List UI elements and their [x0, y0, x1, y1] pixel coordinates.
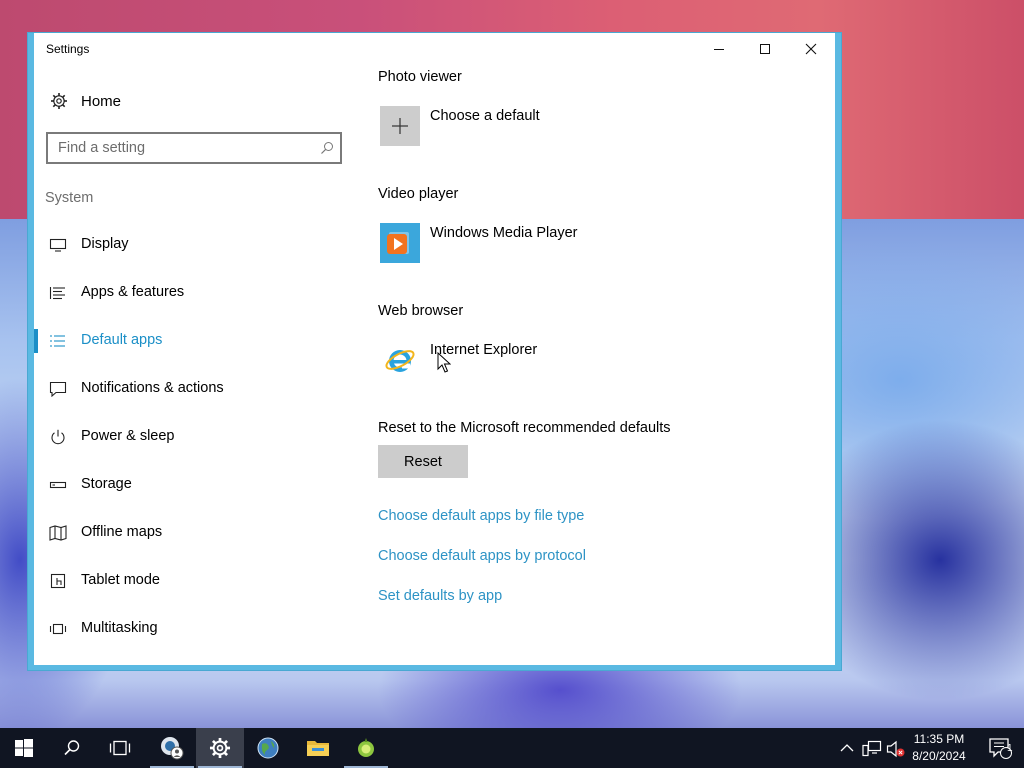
sidebar-item-display[interactable]: Display	[34, 225, 354, 265]
mouse-cursor-icon	[437, 352, 451, 373]
settings-window-content: Settings Home Find a setting System Disp…	[34, 33, 835, 665]
title-bar[interactable]: Settings	[34, 33, 835, 65]
green-app-icon	[358, 738, 374, 757]
network-drive-app-icon	[161, 737, 184, 760]
search-input[interactable]: Find a setting	[46, 132, 342, 164]
sidebar-item-label: Power & sleep	[81, 428, 175, 444]
volume-muted-icon[interactable]	[886, 740, 906, 758]
task-view-icon	[109, 740, 131, 756]
sidebar-item-label: Multitasking	[81, 620, 158, 636]
chevron-up-icon[interactable]	[840, 742, 854, 754]
notification-icon	[49, 381, 67, 397]
taskbar-app-green[interactable]	[342, 728, 390, 768]
taskbar-search-button[interactable]	[48, 728, 96, 768]
maximize-icon	[760, 43, 770, 54]
sidebar-item-storage[interactable]: Storage	[34, 465, 354, 505]
multitasking-icon	[49, 623, 67, 635]
taskbar-app-settings[interactable]	[196, 728, 244, 768]
sidebar-item-label: Tablet mode	[81, 572, 160, 588]
sidebar-item-label: Display	[81, 236, 129, 252]
active-indicator	[34, 329, 38, 353]
video-player-app-name: Windows Media Player	[430, 225, 578, 241]
photo-viewer-default-app[interactable]: Choose a default	[378, 106, 638, 150]
taskbar: 11:35 PM 8/20/2024 1	[0, 728, 1024, 768]
map-icon	[49, 525, 67, 541]
home-label: Home	[81, 93, 122, 110]
gear-icon	[51, 93, 67, 109]
tablet-mode-icon	[50, 573, 66, 589]
link-defaults-by-protocol[interactable]: Choose default apps by protocol	[378, 548, 586, 564]
sidebar-item-label: Offline maps	[81, 524, 163, 540]
taskbar-app-file-explorer[interactable]	[294, 728, 342, 768]
windows-media-player-icon	[380, 223, 420, 263]
internet-explorer-icon	[380, 340, 420, 380]
power-icon	[51, 429, 65, 445]
photo-viewer-app-name: Choose a default	[430, 108, 540, 124]
video-player-heading: Video player	[378, 186, 459, 202]
video-player-default-app[interactable]: Windows Media Player	[378, 223, 638, 267]
start-button[interactable]	[0, 728, 48, 768]
close-button[interactable]	[788, 33, 834, 64]
taskbar-clock[interactable]: 11:35 PM 8/20/2024	[906, 731, 972, 765]
sidebar-item-multitasking[interactable]: Multitasking	[34, 609, 354, 649]
web-browser-heading: Web browser	[378, 303, 464, 319]
clock-time: 11:35 PM	[913, 732, 965, 746]
sidebar-item-label: Default apps	[81, 332, 163, 348]
sidebar-item-default-apps[interactable]: Default apps	[34, 321, 354, 361]
sidebar-item-tablet-mode[interactable]: Tablet mode	[34, 561, 354, 601]
maximize-button[interactable]	[742, 33, 788, 64]
minimize-icon	[714, 48, 724, 50]
settings-window: Settings Home Find a setting System Disp…	[27, 32, 842, 671]
sidebar-item-power-sleep[interactable]: Power & sleep	[34, 417, 354, 457]
taskbar-app-browser[interactable]	[244, 728, 292, 768]
reset-button[interactable]: Reset	[378, 445, 468, 478]
search-icon	[64, 740, 80, 756]
file-explorer-icon	[307, 741, 329, 756]
sidebar-item-label: Notifications & actions	[81, 380, 224, 396]
sidebar-item-notifications[interactable]: Notifications & actions	[34, 369, 354, 409]
plus-icon	[380, 106, 420, 146]
action-center-button[interactable]: 1	[976, 728, 1024, 768]
web-browser-default-app[interactable]: Internet Explorer	[378, 340, 638, 384]
apps-list-icon	[49, 287, 65, 300]
link-set-defaults-by-app[interactable]: Set defaults by app	[378, 588, 502, 604]
link-defaults-by-file-type[interactable]: Choose default apps by file type	[378, 508, 584, 524]
task-view-button[interactable]	[96, 728, 144, 768]
notification-count-badge: 1	[1007, 743, 1013, 754]
sidebar-item-apps-features[interactable]: Apps & features	[34, 273, 354, 313]
search-icon	[321, 142, 333, 154]
display-icon	[49, 238, 67, 252]
photo-viewer-heading: Photo viewer	[378, 69, 462, 85]
taskbar-app-network-drive[interactable]	[148, 728, 196, 768]
settings-gear-icon	[209, 737, 231, 759]
reset-heading: Reset to the Microsoft recommended defau…	[378, 420, 671, 436]
sidebar-item-offline-maps[interactable]: Offline maps	[34, 513, 354, 553]
storage-icon	[49, 481, 67, 489]
network-icon[interactable]	[862, 740, 882, 758]
default-apps-icon	[50, 335, 65, 347]
start-icon	[15, 739, 33, 757]
browser-globe-icon	[257, 737, 279, 759]
clock-date: 8/20/2024	[912, 749, 966, 763]
search-placeholder: Find a setting	[58, 140, 146, 156]
sidebar-item-label: Storage	[81, 476, 132, 492]
section-label-system: System	[45, 190, 94, 206]
close-icon	[805, 43, 817, 54]
window-title: Settings	[46, 42, 90, 56]
minimize-button[interactable]	[696, 33, 742, 64]
sidebar-item-label: Apps & features	[81, 284, 185, 300]
